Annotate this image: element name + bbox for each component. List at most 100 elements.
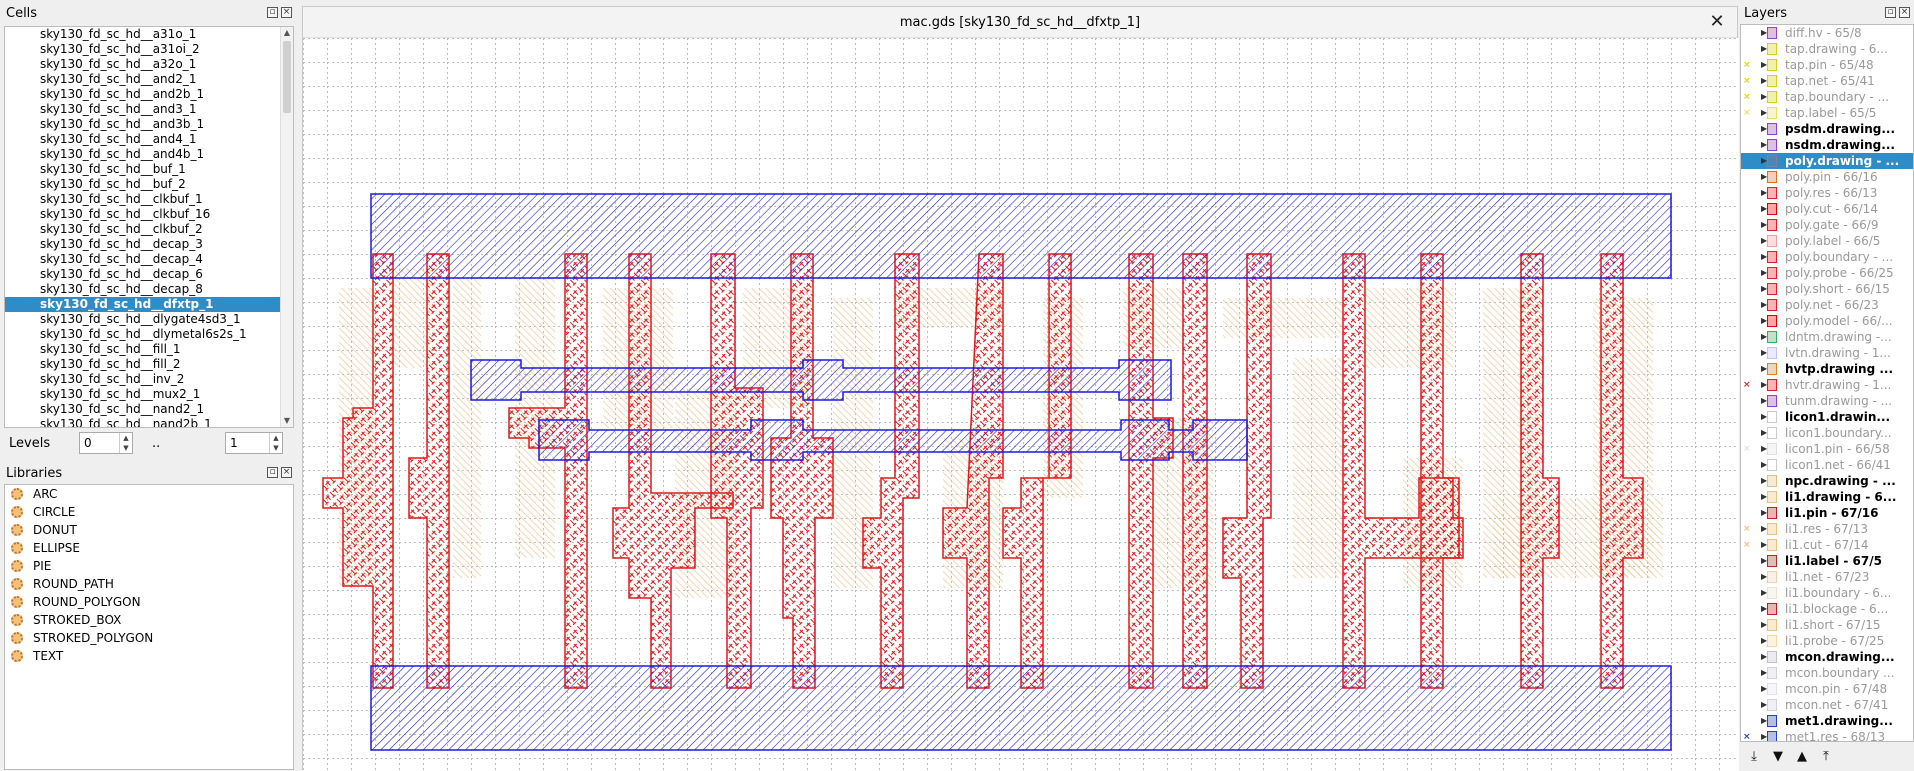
layer-row[interactable]: × ▶ tap.label - 65/5	[1741, 105, 1913, 121]
layer-row[interactable]: × ▶ hvtr.drawing - 1...	[1741, 377, 1913, 393]
cell-item[interactable]: sky130_fd_sc_hd__and3_1	[5, 102, 293, 117]
move-to-top-icon[interactable]: ⤒	[1816, 748, 1836, 766]
cell-item[interactable]: sky130_fd_sc_hd__fill_2	[5, 357, 293, 372]
layer-row[interactable]: × ▶ met1.res - 68/13	[1741, 729, 1913, 741]
layout-view-tab[interactable]: mac.gds [sky130_fd_sc_hd__dfxtp_1]	[303, 7, 1737, 38]
layer-row[interactable]: ▶ mcon.net - 67/41	[1741, 697, 1913, 713]
layer-list[interactable]: ▶ diff.hv - 65/8 ▶ tap.drawing - 6... × ▶ tap.…	[1740, 24, 1914, 742]
layer-row[interactable]: ▶ li1.pin - 67/16	[1741, 505, 1913, 521]
cell-item[interactable]: sky130_fd_sc_hd__decap_4	[5, 252, 293, 267]
layer-row[interactable]: ▶ poly.gate - 66/9	[1741, 217, 1913, 233]
layer-visibility-mark[interactable]: ×	[1743, 73, 1753, 89]
layer-row[interactable]: × ▶ li1.cut - 67/14	[1741, 537, 1913, 553]
layer-row[interactable]: ▶ licon1.boundary...	[1741, 425, 1913, 441]
layout-drawing[interactable]	[303, 38, 1739, 771]
spin-arrows-icon[interactable]: ▲ ▼	[119, 433, 132, 453]
cell-item[interactable]: sky130_fd_sc_hd__mux2_1	[5, 387, 293, 402]
cell-item[interactable]: sky130_fd_sc_hd__dfxtp_1	[5, 297, 293, 312]
layer-visibility-mark[interactable]: ×	[1743, 537, 1753, 553]
layer-row[interactable]: ▶ li1.label - 67/5	[1741, 553, 1913, 569]
layer-row[interactable]: ▶ poly.probe - 66/25	[1741, 265, 1913, 281]
move-up-icon[interactable]: ▲	[1792, 748, 1812, 766]
cell-tree-scrollbar[interactable]: ▲ ▼	[280, 27, 293, 427]
cell-item[interactable]: sky130_fd_sc_hd__fill_1	[5, 342, 293, 357]
layer-row[interactable]: × ▶ li1.res - 67/13	[1741, 521, 1913, 537]
layer-row[interactable]: ▶ poly.label - 66/5	[1741, 233, 1913, 249]
layer-row[interactable]: ▶ poly.boundary - ...	[1741, 249, 1913, 265]
layer-visibility-mark[interactable]: ×	[1743, 105, 1753, 121]
close-icon[interactable]: ×	[281, 467, 292, 478]
cell-item[interactable]: sky130_fd_sc_hd__decap_6	[5, 267, 293, 282]
layer-row[interactable]: ▶ poly.pin - 66/16	[1741, 169, 1913, 185]
level-from-spinbox[interactable]: 0 ▲ ▼	[79, 432, 133, 454]
layer-row[interactable]: × ▶ licon1.pin - 66/58	[1741, 441, 1913, 457]
cell-item[interactable]: sky130_fd_sc_hd__nand2_1	[5, 402, 293, 417]
library-item[interactable]: PIE	[5, 557, 293, 575]
cell-item[interactable]: sky130_fd_sc_hd__clkbuf_16	[5, 207, 293, 222]
library-tree[interactable]: ARC CIRCLE DONUT ELLIPSE PIE ROUND_PATH ROUND_…	[4, 484, 294, 770]
layer-row[interactable]: ▶ hvtp.drawing ...	[1741, 361, 1913, 377]
library-item[interactable]: ELLIPSE	[5, 539, 293, 557]
layer-row[interactable]: ▶ li1.boundary - 6...	[1741, 585, 1913, 601]
layer-row[interactable]: ▶ licon1.drawin...	[1741, 409, 1913, 425]
scroll-down-icon[interactable]: ▼	[281, 415, 293, 427]
library-item[interactable]: ROUND_POLYGON	[5, 593, 293, 611]
layer-row[interactable]: ▶ ldntm.drawing -...	[1741, 329, 1913, 345]
layer-row[interactable]: ▶ npc.drawing - ...	[1741, 473, 1913, 489]
layer-row[interactable]: ▶ poly.model - 66/...	[1741, 313, 1913, 329]
layer-row[interactable]: ▶ poly.short - 66/15	[1741, 281, 1913, 297]
cell-item[interactable]: sky130_fd_sc_hd__and2b_1	[5, 87, 293, 102]
layer-row[interactable]: ▶ tunm.drawing - ...	[1741, 393, 1913, 409]
library-item[interactable]: CIRCLE	[5, 503, 293, 521]
layer-visibility-mark[interactable]: ×	[1743, 729, 1753, 741]
layer-row[interactable]: ▶ mcon.pin - 67/48	[1741, 681, 1913, 697]
cell-item[interactable]: sky130_fd_sc_hd__decap_8	[5, 282, 293, 297]
cell-item[interactable]: sky130_fd_sc_hd__inv_2	[5, 372, 293, 387]
layer-visibility-mark[interactable]: ×	[1743, 441, 1753, 457]
cell-item[interactable]: sky130_fd_sc_hd__clkbuf_1	[5, 192, 293, 207]
library-item[interactable]: ARC	[5, 485, 293, 503]
layer-row[interactable]: ▶ lvtn.drawing - 1...	[1741, 345, 1913, 361]
cell-item[interactable]: sky130_fd_sc_hd__buf_1	[5, 162, 293, 177]
layer-row[interactable]: ▶ li1.short - 67/15	[1741, 617, 1913, 633]
layer-row[interactable]: ▶ li1.drawing - 6...	[1741, 489, 1913, 505]
scroll-up-icon[interactable]: ▲	[281, 27, 293, 39]
layer-row[interactable]: ▶ psdm.drawing...	[1741, 121, 1913, 137]
cell-item[interactable]: sky130_fd_sc_hd__and4_1	[5, 132, 293, 147]
layer-row[interactable]: ▶ poly.res - 66/13	[1741, 185, 1913, 201]
layer-visibility-mark[interactable]: ×	[1743, 57, 1753, 73]
library-item[interactable]: STROKED_BOX	[5, 611, 293, 629]
undock-icon[interactable]: ▫	[1885, 7, 1896, 18]
undock-icon[interactable]: ▫	[267, 467, 278, 478]
layer-row[interactable]: ▶ licon1.net - 66/41	[1741, 457, 1913, 473]
layer-row[interactable]: ▶ li1.blockage - 6...	[1741, 601, 1913, 617]
spin-arrows-icon[interactable]: ▲ ▼	[269, 433, 282, 453]
cell-item[interactable]: sky130_fd_sc_hd__and4b_1	[5, 147, 293, 162]
cell-item[interactable]: sky130_fd_sc_hd__dlymetal6s2s_1	[5, 327, 293, 342]
undock-icon[interactable]: ▫	[267, 7, 278, 18]
layer-row[interactable]: ▶ poly.drawing - ...	[1741, 153, 1913, 169]
cell-item[interactable]: sky130_fd_sc_hd__a32o_1	[5, 57, 293, 72]
cell-item[interactable]: sky130_fd_sc_hd__a31oi_2	[5, 42, 293, 57]
library-item[interactable]: STROKED_POLYGON	[5, 629, 293, 647]
layer-row[interactable]: ▶ poly.net - 66/23	[1741, 297, 1913, 313]
move-to-bottom-icon[interactable]: ⤓	[1744, 748, 1764, 766]
library-item[interactable]: TEXT	[5, 647, 293, 665]
cell-item[interactable]: sky130_fd_sc_hd__dlygate4sd3_1	[5, 312, 293, 327]
cell-tree[interactable]: sky130_fd_sc_hd__a31o_1 sky130_fd_sc_hd__…	[4, 26, 294, 428]
layer-row[interactable]: ▶ mcon.boundary ...	[1741, 665, 1913, 681]
layout-canvas[interactable]	[303, 38, 1739, 771]
layer-visibility-mark[interactable]: ×	[1743, 89, 1753, 105]
scrollbar-thumb[interactable]	[283, 41, 291, 113]
cell-item[interactable]: sky130_fd_sc_hd__and3b_1	[5, 117, 293, 132]
layer-row[interactable]: × ▶ tap.boundary - ...	[1741, 89, 1913, 105]
close-icon[interactable]: ×	[281, 7, 292, 18]
layer-row[interactable]: ▶ tap.drawing - 6...	[1741, 41, 1913, 57]
library-item[interactable]: DONUT	[5, 521, 293, 539]
cell-item[interactable]: sky130_fd_sc_hd__a31o_1	[5, 27, 293, 42]
layer-visibility-mark[interactable]: ×	[1743, 377, 1753, 393]
move-down-icon[interactable]: ▼	[1768, 748, 1788, 766]
layer-row[interactable]: ▶ li1.probe - 67/25	[1741, 633, 1913, 649]
cell-item[interactable]: sky130_fd_sc_hd__buf_2	[5, 177, 293, 192]
level-to-spinbox[interactable]: 1 ▲ ▼	[225, 432, 283, 454]
